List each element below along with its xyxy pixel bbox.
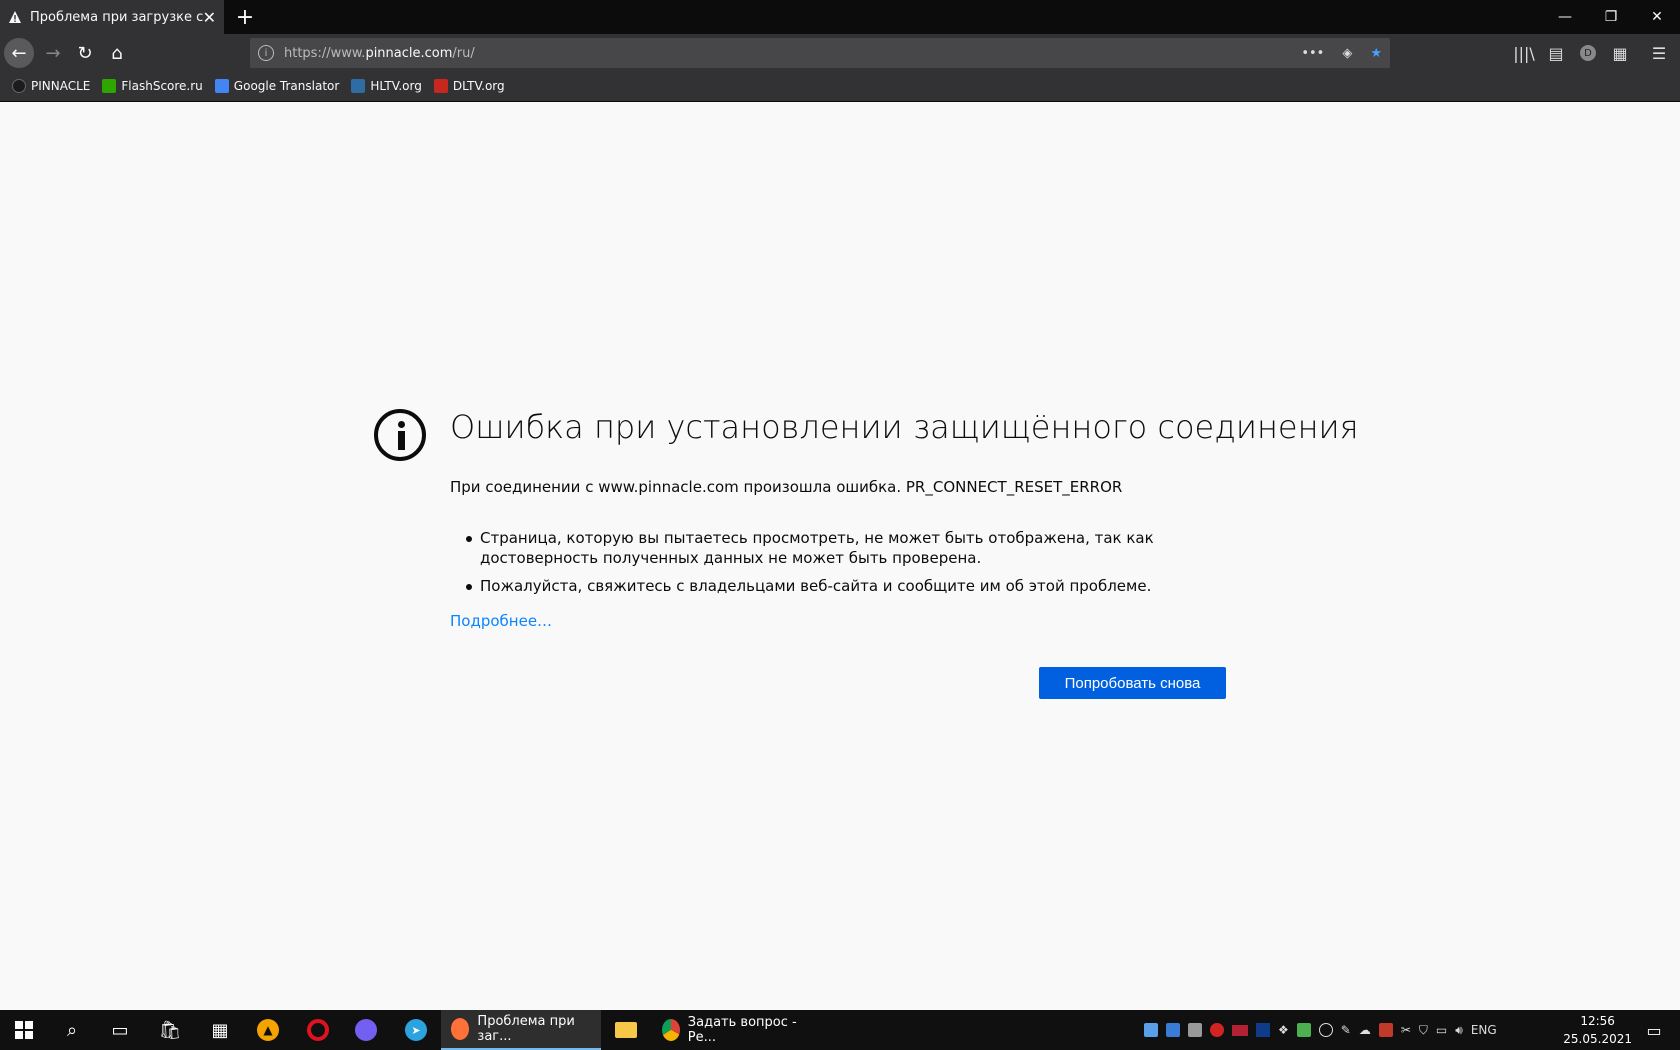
onedrive-icon[interactable]: ☁	[1359, 1023, 1371, 1037]
minimize-button[interactable]: —	[1542, 0, 1588, 34]
new-tab-button[interactable]: +	[228, 0, 262, 34]
dltv-icon	[433, 78, 448, 93]
bookmark-flashscore[interactable]: FlashScore.ru	[102, 78, 203, 93]
tray-app-icon[interactable]	[1318, 1023, 1333, 1037]
clock-date: 25.05.2021	[1563, 1032, 1632, 1046]
url-text[interactable]: https://www.pinnacle.com/ru/	[284, 46, 475, 61]
hltv-icon	[351, 78, 366, 93]
flashscore-icon	[102, 78, 117, 93]
tray-app-icon[interactable]	[1188, 1023, 1202, 1037]
clock[interactable]: 12:56 25.05.2021	[1563, 1012, 1632, 1048]
notifications-icon[interactable]: ▭	[1636, 1010, 1672, 1050]
warning-icon	[9, 11, 21, 23]
firefox-icon	[451, 1018, 470, 1040]
learn-more-link[interactable]: Подробнее…	[450, 612, 552, 630]
tray-app-icon[interactable]: ✂	[1401, 1023, 1411, 1037]
url-bar[interactable]: i https://www.pinnacle.com/ru/ ••• ◈ ★	[250, 38, 1390, 68]
reload-button[interactable]: ↻	[70, 38, 100, 68]
dropbox-icon[interactable]: ❖	[1278, 1023, 1289, 1037]
pinnacle-icon	[12, 78, 26, 93]
chrome-icon	[662, 1019, 680, 1041]
tab-title: Проблема при загрузке страницы	[30, 9, 203, 25]
system-tray: ❖ ✎ ☁ ✂ ⛉ ▭ 🔊︎ ENG	[1144, 1010, 1497, 1050]
file-explorer-icon[interactable]	[602, 1010, 650, 1050]
viber-icon[interactable]	[342, 1010, 390, 1050]
page-actions-icon[interactable]: •••	[1301, 46, 1324, 61]
search-icon[interactable]: ⌕	[48, 1010, 96, 1050]
tray-app-icon[interactable]	[1296, 1023, 1311, 1037]
store-icon[interactable]: 🛍	[146, 1010, 194, 1050]
list-item: Страница, которую вы пытаетесь просмотре…	[450, 528, 1210, 568]
tab-close-icon[interactable]: ✕	[203, 8, 216, 27]
task-view-icon[interactable]: ▭	[96, 1010, 144, 1050]
taskbar-chrome[interactable]: Задать вопрос - Ре...	[652, 1010, 812, 1050]
tray-app-icon[interactable]	[1256, 1023, 1270, 1037]
tray-app-icon[interactable]	[1378, 1023, 1393, 1037]
extension-icon[interactable]: ▦	[1605, 38, 1635, 68]
bookmark-google-translator[interactable]: Google Translator	[214, 78, 339, 93]
bookmarks-toolbar: PINNACLE FlashScore.ru Google Translator…	[0, 70, 1680, 102]
tray-app-icon[interactable]	[1144, 1023, 1158, 1037]
info-icon	[374, 409, 426, 461]
tray-app-icon[interactable]: ✎	[1341, 1023, 1351, 1037]
list-item: Пожалуйста, свяжитесь с владельцами веб-…	[450, 576, 1210, 596]
volume-icon[interactable]: 🔊︎	[1455, 1023, 1463, 1038]
aimp-icon[interactable]: ▲	[244, 1010, 292, 1050]
windows-start-icon[interactable]	[0, 1010, 48, 1050]
telegram-icon[interactable]: ➤	[392, 1010, 440, 1050]
home-button[interactable]: ⌂	[102, 38, 132, 68]
try-again-button[interactable]: Попробовать снова	[1039, 667, 1226, 699]
error-title: Ошибка при установлении защищённого соед…	[450, 408, 1359, 446]
account-icon[interactable]: D	[1573, 38, 1603, 68]
tray-app-icon[interactable]	[1210, 1023, 1224, 1037]
tray-flag-icon[interactable]	[1232, 1024, 1248, 1036]
bookmark-pinnacle[interactable]: PINNACLE	[12, 78, 90, 93]
language-indicator[interactable]: ENG	[1471, 1023, 1497, 1037]
tray-app-icon[interactable]	[1166, 1023, 1180, 1037]
window-close-button[interactable]: ✕	[1634, 0, 1680, 34]
menu-icon[interactable]: ☰	[1644, 38, 1674, 68]
clock-time: 12:56	[1580, 1014, 1615, 1028]
taskbar-firefox[interactable]: Проблема при заг...	[441, 1010, 601, 1050]
network-icon[interactable]: ▭	[1436, 1023, 1447, 1037]
bookmark-star-icon[interactable]: ★	[1370, 46, 1382, 61]
error-bullet-list: Страница, которую вы пытаетесь просмотре…	[450, 528, 1210, 604]
back-button[interactable]: ←	[4, 38, 34, 68]
restore-button[interactable]: ❐	[1588, 0, 1634, 34]
error-description: При соединении с www.pinnacle.com произо…	[450, 478, 1123, 496]
calculator-icon[interactable]: ▦	[196, 1010, 244, 1050]
site-info-icon[interactable]: i	[258, 45, 274, 61]
tab-active[interactable]: Проблема при загрузке страницы ✕	[0, 0, 224, 34]
bookmark-dltv[interactable]: DLTV.org	[433, 78, 505, 93]
pocket-icon[interactable]: ◈	[1342, 46, 1352, 61]
opera-icon[interactable]	[294, 1010, 342, 1050]
google-translate-icon	[214, 78, 229, 93]
bookmark-hltv[interactable]: HLTV.org	[351, 78, 422, 93]
security-icon[interactable]: ⛉	[1419, 1023, 1428, 1038]
sidebar-icon[interactable]: ▤	[1541, 38, 1571, 68]
library-icon[interactable]: |||\	[1509, 38, 1539, 68]
forward-button[interactable]: →	[38, 38, 68, 68]
